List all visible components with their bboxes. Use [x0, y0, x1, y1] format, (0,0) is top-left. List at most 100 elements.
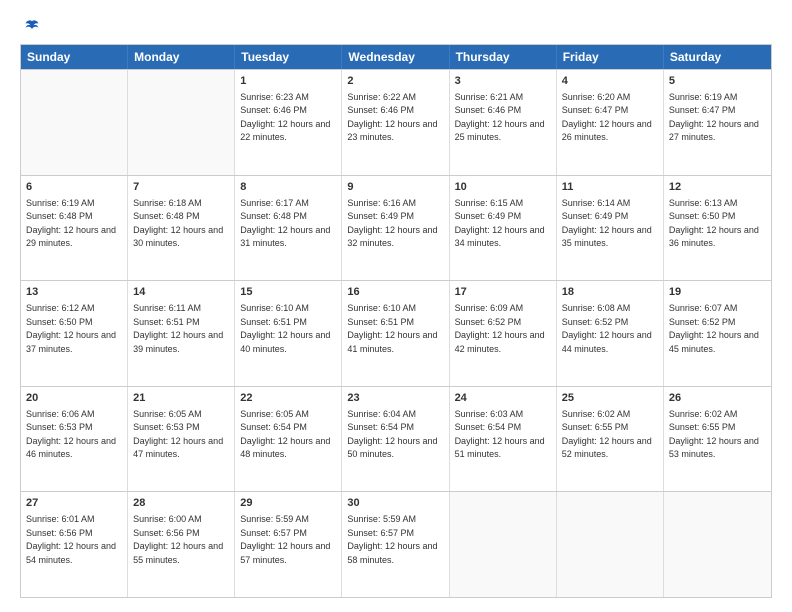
cell-info: Sunrise: 6:05 AMSunset: 6:53 PMDaylight:…: [133, 408, 229, 462]
day-number: 22: [240, 391, 336, 407]
day-number: 1: [240, 74, 336, 90]
cal-cell: 2Sunrise: 6:22 AMSunset: 6:46 PMDaylight…: [342, 70, 449, 175]
cal-header-friday: Friday: [557, 45, 664, 69]
cell-info: Sunrise: 6:19 AMSunset: 6:47 PMDaylight:…: [669, 91, 766, 145]
cell-info: Sunrise: 6:14 AMSunset: 6:49 PMDaylight:…: [562, 197, 658, 251]
logo-bird-icon: [24, 18, 40, 34]
calendar: SundayMondayTuesdayWednesdayThursdayFrid…: [20, 44, 772, 598]
day-number: 11: [562, 180, 658, 196]
day-number: 18: [562, 285, 658, 301]
day-number: 27: [26, 496, 122, 512]
cal-cell: 3Sunrise: 6:21 AMSunset: 6:46 PMDaylight…: [450, 70, 557, 175]
day-number: 17: [455, 285, 551, 301]
cal-week-1: 1Sunrise: 6:23 AMSunset: 6:46 PMDaylight…: [21, 69, 771, 175]
cell-info: Sunrise: 6:22 AMSunset: 6:46 PMDaylight:…: [347, 91, 443, 145]
cal-cell: 4Sunrise: 6:20 AMSunset: 6:47 PMDaylight…: [557, 70, 664, 175]
cal-cell: 24Sunrise: 6:03 AMSunset: 6:54 PMDayligh…: [450, 387, 557, 492]
cell-info: Sunrise: 6:09 AMSunset: 6:52 PMDaylight:…: [455, 302, 551, 356]
cal-cell: [664, 492, 771, 597]
cal-cell: 12Sunrise: 6:13 AMSunset: 6:50 PMDayligh…: [664, 176, 771, 281]
page: SundayMondayTuesdayWednesdayThursdayFrid…: [0, 0, 792, 612]
day-number: 7: [133, 180, 229, 196]
cal-week-5: 27Sunrise: 6:01 AMSunset: 6:56 PMDayligh…: [21, 491, 771, 597]
day-number: 12: [669, 180, 766, 196]
cell-info: Sunrise: 6:17 AMSunset: 6:48 PMDaylight:…: [240, 197, 336, 251]
cell-info: Sunrise: 6:03 AMSunset: 6:54 PMDaylight:…: [455, 408, 551, 462]
cell-info: Sunrise: 6:08 AMSunset: 6:52 PMDaylight:…: [562, 302, 658, 356]
cell-info: Sunrise: 6:19 AMSunset: 6:48 PMDaylight:…: [26, 197, 122, 251]
cell-info: Sunrise: 6:16 AMSunset: 6:49 PMDaylight:…: [347, 197, 443, 251]
cell-info: Sunrise: 5:59 AMSunset: 6:57 PMDaylight:…: [347, 513, 443, 567]
cal-cell: 9Sunrise: 6:16 AMSunset: 6:49 PMDaylight…: [342, 176, 449, 281]
cell-info: Sunrise: 6:05 AMSunset: 6:54 PMDaylight:…: [240, 408, 336, 462]
cal-header-saturday: Saturday: [664, 45, 771, 69]
cal-cell: 19Sunrise: 6:07 AMSunset: 6:52 PMDayligh…: [664, 281, 771, 386]
cal-cell: 7Sunrise: 6:18 AMSunset: 6:48 PMDaylight…: [128, 176, 235, 281]
day-number: 15: [240, 285, 336, 301]
cal-header-wednesday: Wednesday: [342, 45, 449, 69]
cal-cell: 1Sunrise: 6:23 AMSunset: 6:46 PMDaylight…: [235, 70, 342, 175]
calendar-header: SundayMondayTuesdayWednesdayThursdayFrid…: [21, 45, 771, 69]
cal-cell: 21Sunrise: 6:05 AMSunset: 6:53 PMDayligh…: [128, 387, 235, 492]
cal-cell: 5Sunrise: 6:19 AMSunset: 6:47 PMDaylight…: [664, 70, 771, 175]
day-number: 2: [347, 74, 443, 90]
cal-cell: 13Sunrise: 6:12 AMSunset: 6:50 PMDayligh…: [21, 281, 128, 386]
cal-header-tuesday: Tuesday: [235, 45, 342, 69]
cell-info: Sunrise: 6:10 AMSunset: 6:51 PMDaylight:…: [240, 302, 336, 356]
day-number: 10: [455, 180, 551, 196]
day-number: 28: [133, 496, 229, 512]
cal-cell: 22Sunrise: 6:05 AMSunset: 6:54 PMDayligh…: [235, 387, 342, 492]
cal-header-sunday: Sunday: [21, 45, 128, 69]
cal-week-4: 20Sunrise: 6:06 AMSunset: 6:53 PMDayligh…: [21, 386, 771, 492]
day-number: 25: [562, 391, 658, 407]
cell-info: Sunrise: 6:04 AMSunset: 6:54 PMDaylight:…: [347, 408, 443, 462]
cal-cell: 14Sunrise: 6:11 AMSunset: 6:51 PMDayligh…: [128, 281, 235, 386]
cal-cell: 17Sunrise: 6:09 AMSunset: 6:52 PMDayligh…: [450, 281, 557, 386]
cal-cell: [450, 492, 557, 597]
day-number: 26: [669, 391, 766, 407]
day-number: 3: [455, 74, 551, 90]
day-number: 4: [562, 74, 658, 90]
header: [20, 18, 772, 34]
cell-info: Sunrise: 6:15 AMSunset: 6:49 PMDaylight:…: [455, 197, 551, 251]
cell-info: Sunrise: 6:00 AMSunset: 6:56 PMDaylight:…: [133, 513, 229, 567]
cell-info: Sunrise: 6:06 AMSunset: 6:53 PMDaylight:…: [26, 408, 122, 462]
day-number: 21: [133, 391, 229, 407]
cal-week-2: 6Sunrise: 6:19 AMSunset: 6:48 PMDaylight…: [21, 175, 771, 281]
cal-cell: 20Sunrise: 6:06 AMSunset: 6:53 PMDayligh…: [21, 387, 128, 492]
cal-cell: 25Sunrise: 6:02 AMSunset: 6:55 PMDayligh…: [557, 387, 664, 492]
cell-info: Sunrise: 6:07 AMSunset: 6:52 PMDaylight:…: [669, 302, 766, 356]
day-number: 14: [133, 285, 229, 301]
cal-header-monday: Monday: [128, 45, 235, 69]
cal-cell: [21, 70, 128, 175]
day-number: 6: [26, 180, 122, 196]
cell-info: Sunrise: 6:23 AMSunset: 6:46 PMDaylight:…: [240, 91, 336, 145]
cal-cell: 30Sunrise: 5:59 AMSunset: 6:57 PMDayligh…: [342, 492, 449, 597]
day-number: 23: [347, 391, 443, 407]
day-number: 16: [347, 285, 443, 301]
cell-info: Sunrise: 6:02 AMSunset: 6:55 PMDaylight:…: [562, 408, 658, 462]
cal-cell: 18Sunrise: 6:08 AMSunset: 6:52 PMDayligh…: [557, 281, 664, 386]
cal-cell: 26Sunrise: 6:02 AMSunset: 6:55 PMDayligh…: [664, 387, 771, 492]
cell-info: Sunrise: 6:21 AMSunset: 6:46 PMDaylight:…: [455, 91, 551, 145]
day-number: 9: [347, 180, 443, 196]
cal-cell: 23Sunrise: 6:04 AMSunset: 6:54 PMDayligh…: [342, 387, 449, 492]
cell-info: Sunrise: 6:12 AMSunset: 6:50 PMDaylight:…: [26, 302, 122, 356]
cal-cell: 29Sunrise: 5:59 AMSunset: 6:57 PMDayligh…: [235, 492, 342, 597]
day-number: 30: [347, 496, 443, 512]
day-number: 29: [240, 496, 336, 512]
day-number: 8: [240, 180, 336, 196]
day-number: 24: [455, 391, 551, 407]
cell-info: Sunrise: 6:18 AMSunset: 6:48 PMDaylight:…: [133, 197, 229, 251]
cell-info: Sunrise: 6:01 AMSunset: 6:56 PMDaylight:…: [26, 513, 122, 567]
cal-header-thursday: Thursday: [450, 45, 557, 69]
cal-cell: 28Sunrise: 6:00 AMSunset: 6:56 PMDayligh…: [128, 492, 235, 597]
calendar-body: 1Sunrise: 6:23 AMSunset: 6:46 PMDaylight…: [21, 69, 771, 597]
cal-cell: 27Sunrise: 6:01 AMSunset: 6:56 PMDayligh…: [21, 492, 128, 597]
day-number: 20: [26, 391, 122, 407]
day-number: 19: [669, 285, 766, 301]
cal-cell: 16Sunrise: 6:10 AMSunset: 6:51 PMDayligh…: [342, 281, 449, 386]
cal-cell: 8Sunrise: 6:17 AMSunset: 6:48 PMDaylight…: [235, 176, 342, 281]
cell-info: Sunrise: 6:11 AMSunset: 6:51 PMDaylight:…: [133, 302, 229, 356]
cal-cell: 15Sunrise: 6:10 AMSunset: 6:51 PMDayligh…: [235, 281, 342, 386]
